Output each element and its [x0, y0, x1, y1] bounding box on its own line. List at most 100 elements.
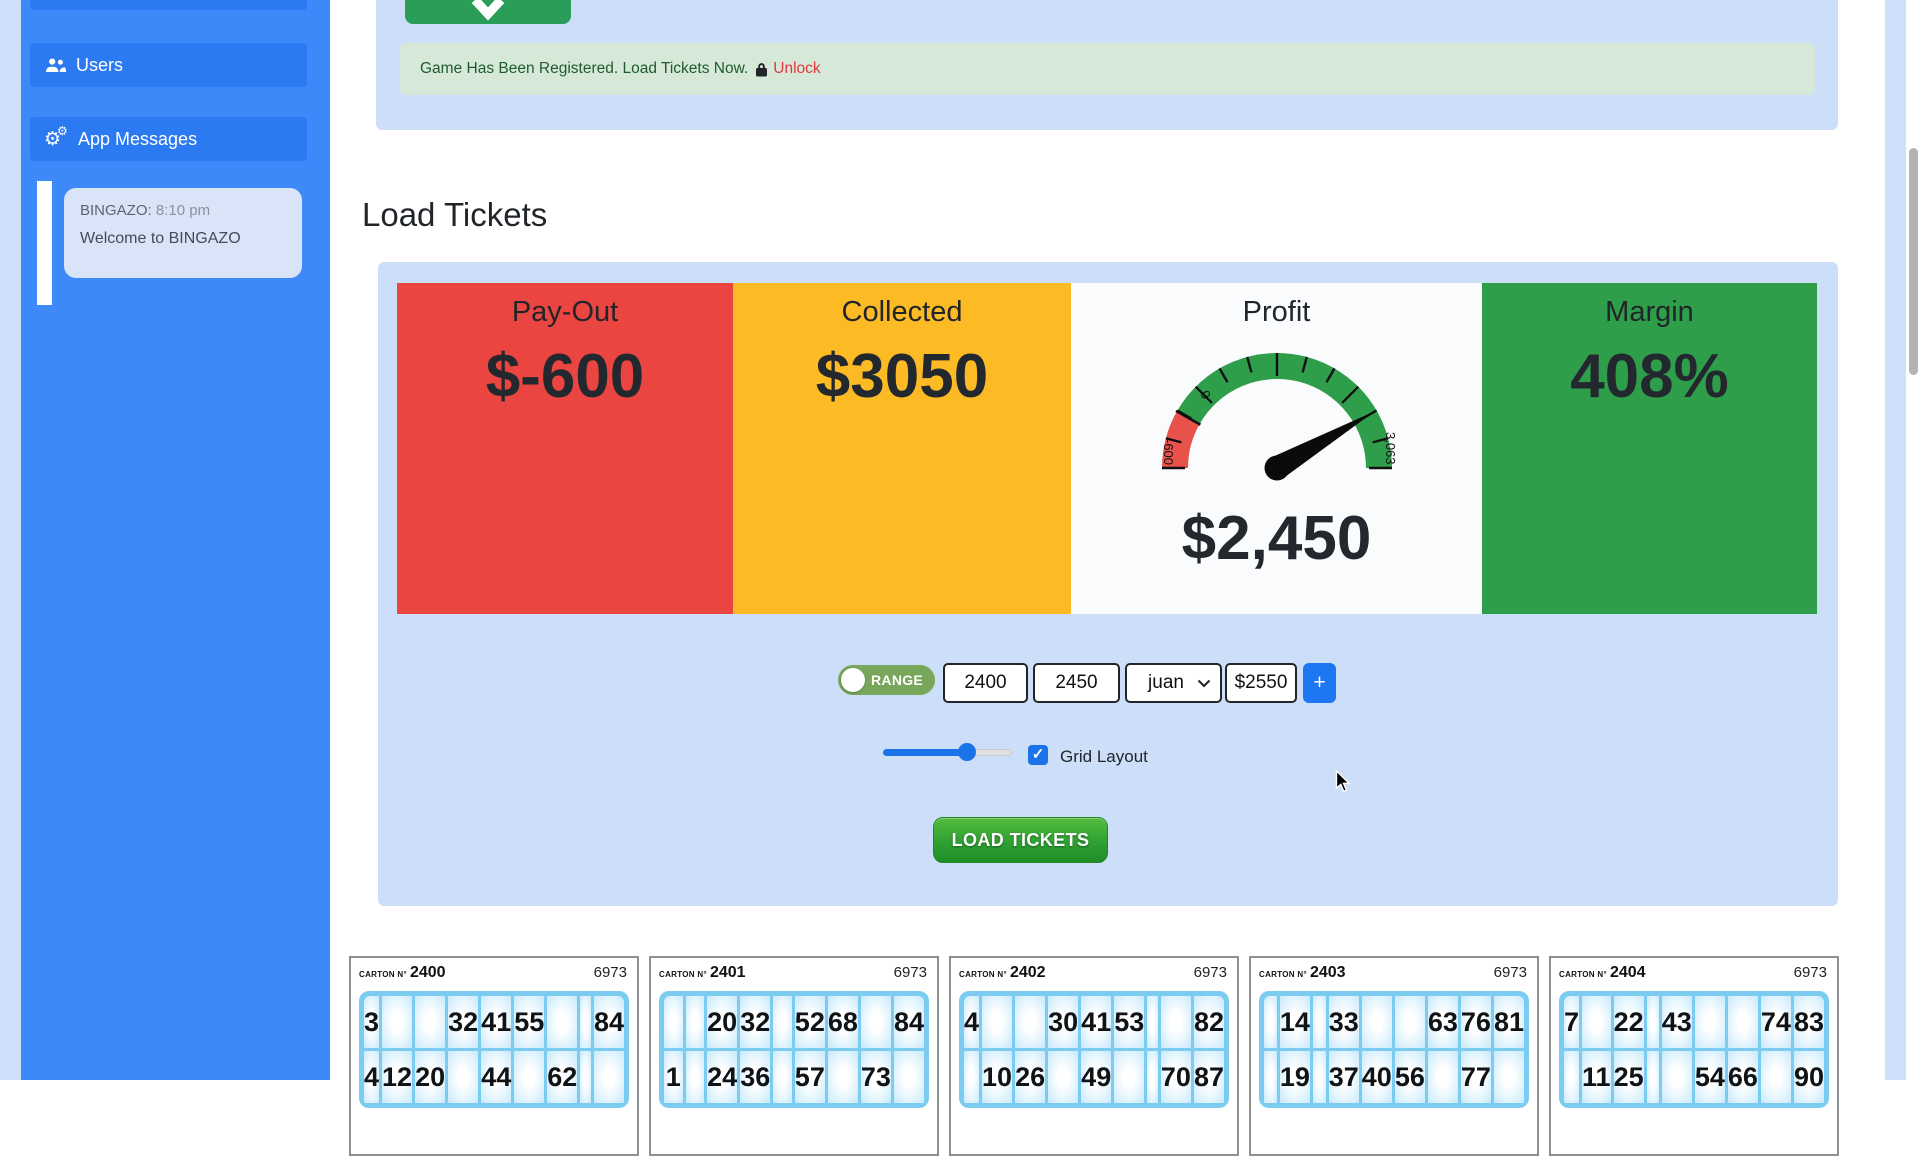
- stat-profit: Profit -600 0 3,063 $2,450: [1071, 283, 1482, 614]
- carton-number: 2402: [1010, 964, 1046, 981]
- bingo-cell: 73: [861, 1051, 891, 1103]
- gauge-min-label: -600: [1161, 439, 1176, 465]
- bingo-cell: 55: [514, 996, 544, 1048]
- bingo-cell: 52: [795, 996, 825, 1048]
- bingo-cell: 53: [1114, 996, 1144, 1048]
- load-tickets-button[interactable]: LOAD TICKETS: [933, 817, 1108, 863]
- bingo-cell: [514, 1051, 544, 1103]
- bingo-cell: 10: [982, 1051, 1012, 1103]
- carton-number: 2401: [710, 964, 746, 981]
- stat-margin: Margin 408%: [1482, 283, 1817, 614]
- gears-icon: ⚙⚙: [44, 128, 68, 150]
- card-header: CARTON N°24006973: [359, 964, 629, 988]
- bingo-cell: [894, 1051, 924, 1103]
- bingo-cell: 74: [1761, 996, 1791, 1048]
- bingo-card[interactable]: CARTON N°24006973332415584412204462: [349, 956, 639, 1156]
- users-icon: [44, 58, 66, 73]
- bingo-cell: 41: [1081, 996, 1111, 1048]
- grid-layout-checkbox[interactable]: [1028, 745, 1048, 765]
- message-body: Welcome to BINGAZO: [80, 230, 286, 248]
- bingo-cell: [415, 996, 445, 1048]
- ticket-from-input[interactable]: [943, 663, 1028, 703]
- carton-number: 2400: [410, 964, 446, 981]
- grid-layout-label: Grid Layout: [1060, 747, 1148, 767]
- scrollbar-thumb[interactable]: [1909, 148, 1918, 375]
- card-header: CARTON N°24046973: [1559, 964, 1829, 988]
- unlock-link[interactable]: Unlock: [773, 60, 820, 78]
- bingo-cell: 3: [364, 996, 379, 1048]
- sidebar-item-users[interactable]: Users: [30, 43, 307, 87]
- bingo-cell: [1582, 996, 1611, 1048]
- bingo-cell: 87: [1194, 1051, 1224, 1103]
- bingo-card[interactable]: CARTON N°2403697314336376811937405677: [1249, 956, 1539, 1156]
- bingo-cell: 11: [1582, 1051, 1611, 1103]
- card-serial: 6973: [1794, 964, 1827, 981]
- sidebar-item-app-messages[interactable]: ⚙⚙ App Messages: [30, 117, 307, 161]
- bingo-cell: 30: [1048, 996, 1078, 1048]
- carton-label: CARTON N°: [959, 970, 1007, 979]
- card-serial: 6973: [894, 964, 927, 981]
- bingo-cell: [1494, 1051, 1524, 1103]
- bingo-cell: 14: [1280, 996, 1310, 1048]
- range-toggle[interactable]: RANGE: [838, 665, 935, 695]
- bingo-cell: 66: [1728, 1051, 1758, 1103]
- stats-row: Pay-Out $-600 Collected $3050 Profit -60…: [397, 283, 1817, 614]
- seller-selected-value: juan: [1127, 672, 1197, 694]
- bingo-card[interactable]: CARTON N°24046973 7224374831125546690: [1549, 956, 1839, 1156]
- bingo-cell: 56: [1395, 1051, 1425, 1103]
- bingo-cell: [1695, 996, 1725, 1048]
- carton-label: CARTON N°: [659, 970, 707, 979]
- sidebar-item-label: App Messages: [78, 129, 197, 150]
- bingo-cell: [547, 996, 577, 1048]
- bingo-cell: 20: [707, 996, 737, 1048]
- lock-icon: [755, 62, 768, 77]
- bingo-cell: 82: [1194, 996, 1224, 1048]
- left-edge-strip: [0, 0, 21, 1080]
- sidebar-item-partial[interactable]: [30, 0, 307, 10]
- bingo-card[interactable]: CARTON N°240269734304153821026497087: [949, 956, 1239, 1156]
- sidebar-item-label: Users: [76, 55, 123, 76]
- seller-select[interactable]: juan: [1125, 663, 1222, 703]
- register-game-button[interactable]: [405, 0, 571, 24]
- size-slider[interactable]: [883, 749, 1012, 756]
- stat-value: $2,450: [1071, 508, 1482, 570]
- bingo-cell: 68: [828, 996, 858, 1048]
- success-alert: Game Has Been Registered. Load Tickets N…: [400, 43, 1815, 95]
- bingo-cell: 19: [1280, 1051, 1310, 1103]
- stat-label: Profit: [1071, 295, 1482, 330]
- chevron-down-icon: [468, 0, 508, 22]
- card-header: CARTON N°2401 6973: [659, 964, 929, 988]
- bingo-cell: [1761, 1051, 1791, 1103]
- card-grid: 7224374831125546690: [1559, 991, 1829, 1108]
- bingo-cell: [982, 996, 1012, 1048]
- slider-fill: [883, 749, 967, 756]
- message-accent-bar: [37, 181, 52, 305]
- stat-payout: Pay-Out $-600: [397, 283, 733, 614]
- bingo-cell: 20: [415, 1051, 445, 1103]
- app-message-card: BINGAZO: 8:10 pm Welcome to BINGAZO: [64, 188, 302, 278]
- add-button[interactable]: +: [1303, 663, 1336, 703]
- bingo-cell: 77: [1461, 1051, 1491, 1103]
- ticket-to-input[interactable]: [1033, 663, 1120, 703]
- carton-number: 2403: [1310, 964, 1346, 981]
- stat-value: $-600: [397, 346, 733, 408]
- slider-thumb[interactable]: [958, 743, 976, 761]
- bingo-cell: [686, 996, 705, 1048]
- bingo-cell: [773, 996, 792, 1048]
- bingo-cell: [1428, 1051, 1458, 1103]
- bingo-cell: [773, 1051, 792, 1103]
- stat-label: Collected: [733, 295, 1071, 330]
- bingo-cell: [1647, 996, 1659, 1048]
- bingo-cell: [1728, 996, 1758, 1048]
- bingo-cell: 12: [382, 1051, 412, 1103]
- message-sender: BINGAZO:: [80, 202, 152, 219]
- bingo-cell: [1313, 1051, 1326, 1103]
- toggle-label: RANGE: [871, 672, 923, 688]
- bingo-cell: 4: [364, 1051, 379, 1103]
- bingo-card[interactable]: CARTON N°240169732032526884124365773: [649, 956, 939, 1156]
- right-edge-strip: [1885, 0, 1906, 1080]
- bingo-cell: [828, 1051, 858, 1103]
- bingo-cell: [448, 1051, 478, 1103]
- price-input[interactable]: [1225, 663, 1297, 703]
- toggle-knob[interactable]: [841, 668, 865, 692]
